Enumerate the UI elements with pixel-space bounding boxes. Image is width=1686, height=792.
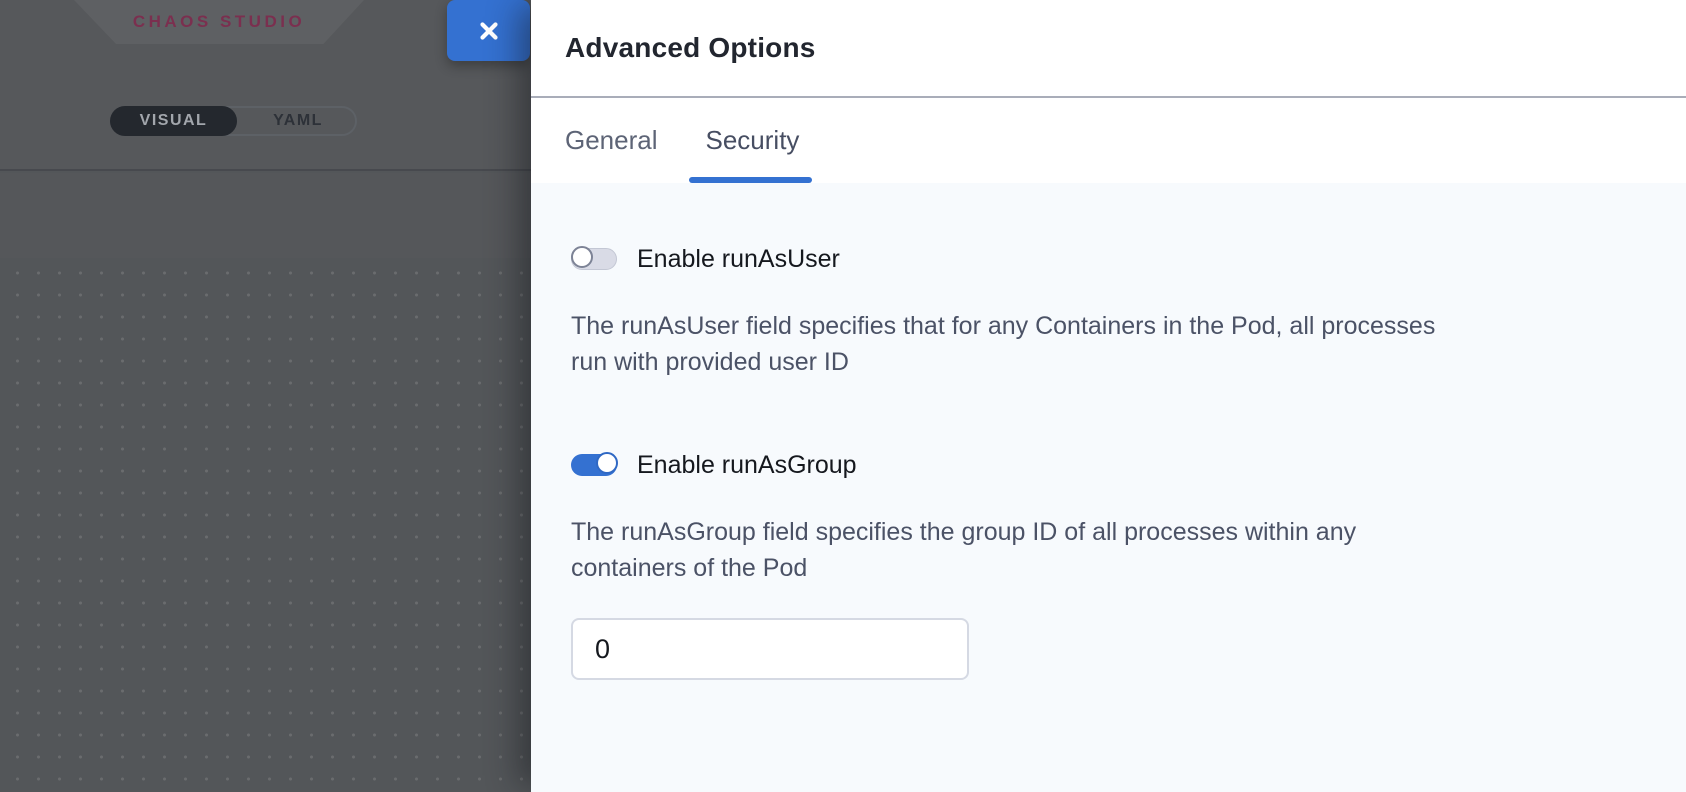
enable-runasgroup-toggle[interactable] [571,454,617,476]
active-tab-indicator [689,177,813,183]
run-as-user-label: Enable runAsUser [637,245,840,274]
run-as-group-description: The runAsGroup field specifies the group… [571,514,1571,586]
brand-title: CHAOS STUDIO [133,12,305,32]
toggle-knob [596,452,618,474]
experiment-diagram-canvas[interactable] [0,258,531,792]
run-as-group-section: Enable runAsGroup The runAsGroup field s… [571,452,1646,680]
page-title: Advanced Options [565,32,816,64]
chaos-studio-logo: CHAOS STUDIO [74,0,364,44]
visual-yaml-toggle[interactable]: VISUAL YAML [110,106,357,136]
run-as-group-label: Enable runAsGroup [637,451,857,480]
yaml-tab[interactable]: YAML [237,108,359,134]
tab-security-label: Security [706,125,800,156]
close-icon [477,19,501,43]
visual-tab[interactable]: VISUAL [110,106,237,136]
run-as-group-row: Enable runAsGroup [571,452,1646,478]
runasgroup-value-input[interactable] [571,618,969,680]
run-as-user-row: Enable runAsUser [571,246,1646,272]
run-as-user-section: Enable runAsUser The runAsUser field spe… [571,246,1646,380]
toggle-knob [571,246,593,268]
tab-general[interactable]: General [565,98,658,183]
drawer-header: Advanced Options [531,0,1686,96]
security-tab-content: Enable runAsUser The runAsUser field spe… [531,183,1686,792]
run-as-user-description: The runAsUser field specifies that for a… [571,308,1571,380]
advanced-options-drawer: Advanced Options General Security Enable… [531,0,1686,792]
tab-security[interactable]: Security [706,98,800,183]
close-drawer-button[interactable] [447,0,530,61]
tab-bar: General Security [531,98,1686,183]
canvas-toolbar [0,173,531,258]
chaos-studio-canvas: CHAOS STUDIO VISUAL YAML [0,0,531,792]
enable-runasuser-toggle[interactable] [571,248,617,270]
